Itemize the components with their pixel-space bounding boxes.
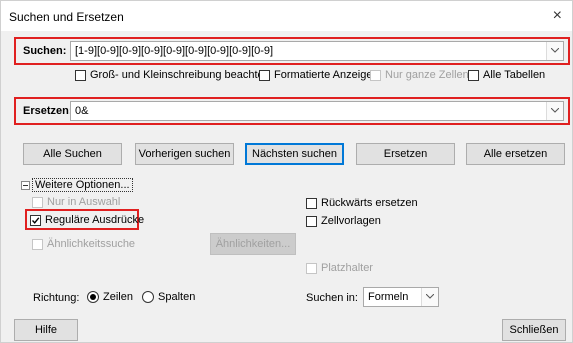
- radio-dot[interactable]: [142, 291, 154, 303]
- similarity-search-checkbox: Ähnlichkeitssuche: [32, 238, 135, 250]
- checkbox-box[interactable]: [259, 69, 270, 81]
- chevron-down-icon: [551, 48, 559, 53]
- wildcards-label: Platzhalter: [321, 262, 373, 274]
- search-in-dropdown-button[interactable]: [421, 288, 438, 306]
- current-selection-checkbox: Nur in Auswahl: [32, 196, 120, 208]
- find-replace-dialog: Suchen und Ersetzen × Suchen: [1-9][0-9]…: [0, 0, 573, 343]
- checkbox-box[interactable]: [75, 69, 86, 81]
- close-icon[interactable]: ×: [553, 7, 562, 25]
- formatted-display-checkbox[interactable]: Formatierte Anzeige: [259, 69, 372, 81]
- direction-columns-radio[interactable]: Spalten: [142, 291, 195, 303]
- checkbox-box: [32, 238, 43, 250]
- similarity-settings-button: Ähnlichkeiten...: [210, 233, 296, 255]
- replace-backwards-label: Rückwärts ersetzen: [321, 197, 418, 209]
- replace-button[interactable]: Ersetzen: [356, 143, 455, 165]
- checkbox-box[interactable]: [30, 214, 41, 226]
- regex-checkbox[interactable]: Reguläre Ausdrücke: [30, 214, 144, 226]
- find-previous-button[interactable]: Vorherigen suchen: [135, 143, 234, 165]
- radio-dot[interactable]: [87, 291, 99, 303]
- checkbox-box[interactable]: [468, 69, 479, 81]
- checkmark-icon: [31, 216, 40, 224]
- search-combobox[interactable]: [1-9][0-9][0-9][0-9][0-9][0-9][0-9][0-9]…: [70, 41, 564, 61]
- regex-label: Reguläre Ausdrücke: [45, 214, 145, 226]
- title-bar: Suchen und Ersetzen ×: [1, 1, 572, 31]
- wildcards-checkbox: Platzhalter: [306, 262, 373, 274]
- all-sheets-label: Alle Tabellen: [483, 69, 546, 81]
- current-selection-label: Nur in Auswahl: [47, 196, 121, 208]
- close-button[interactable]: Schließen: [502, 319, 566, 341]
- direction-columns-label: Spalten: [158, 291, 196, 303]
- chevron-down-icon: [426, 294, 434, 299]
- more-options-toggle[interactable]: Weitere Optionen...: [32, 178, 133, 192]
- match-case-label: Groß- und Kleinschreibung beachten: [90, 69, 270, 81]
- cell-styles-label: Zellvorlagen: [321, 215, 381, 227]
- find-all-button[interactable]: Alle Suchen: [23, 143, 122, 165]
- whole-cells-checkbox: Nur ganze Zellen: [370, 69, 469, 81]
- checkbox-box[interactable]: [306, 197, 317, 209]
- replace-input[interactable]: 0&: [75, 105, 88, 117]
- search-label: Suchen:: [23, 45, 67, 57]
- direction-label: Richtung:: [33, 292, 80, 304]
- search-dropdown-button[interactable]: [546, 42, 563, 60]
- direction-rows-label: Zeilen: [103, 291, 133, 303]
- search-in-value: Formeln: [368, 291, 409, 303]
- collapse-icon[interactable]: [21, 181, 30, 190]
- chevron-down-icon: [551, 108, 559, 113]
- replace-backwards-checkbox[interactable]: Rückwärts ersetzen: [306, 197, 418, 209]
- checkbox-box[interactable]: [306, 215, 317, 227]
- window-title: Suchen und Ersetzen: [9, 10, 124, 24]
- replace-dropdown-button[interactable]: [546, 102, 563, 120]
- cell-styles-checkbox[interactable]: Zellvorlagen: [306, 215, 381, 227]
- search-in-label: Suchen in:: [306, 292, 358, 304]
- help-button[interactable]: Hilfe: [14, 319, 78, 341]
- similarity-search-label: Ähnlichkeitssuche: [47, 238, 136, 250]
- replace-all-button[interactable]: Alle ersetzen: [466, 143, 565, 165]
- formatted-display-label: Formatierte Anzeige: [274, 69, 373, 81]
- all-sheets-checkbox[interactable]: Alle Tabellen: [468, 69, 545, 81]
- replace-label: Ersetzen:: [23, 105, 73, 117]
- search-input[interactable]: [1-9][0-9][0-9][0-9][0-9][0-9][0-9][0-9]…: [75, 45, 273, 57]
- replace-combobox[interactable]: 0&: [70, 101, 564, 121]
- find-next-button[interactable]: Nächsten suchen: [245, 143, 344, 165]
- checkbox-box: [306, 262, 317, 274]
- whole-cells-label: Nur ganze Zellen: [385, 69, 469, 81]
- match-case-checkbox[interactable]: Groß- und Kleinschreibung beachten: [75, 69, 270, 81]
- search-in-select[interactable]: Formeln: [363, 287, 439, 307]
- checkbox-box: [32, 196, 43, 208]
- checkbox-box: [370, 69, 381, 81]
- direction-rows-radio[interactable]: Zeilen: [87, 291, 133, 303]
